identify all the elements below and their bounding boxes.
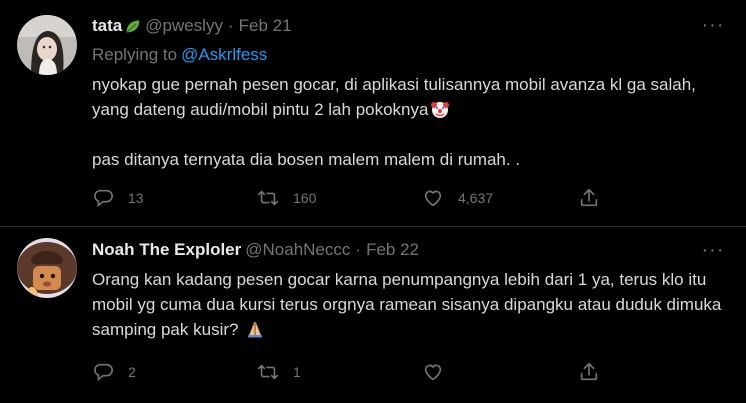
tweet-header: Noah The Exploler @NoahNeccc · Feb 22 [92, 239, 419, 261]
retweet-icon [257, 187, 279, 209]
like-icon [422, 187, 444, 209]
replying-to-label: Replying to [92, 45, 178, 64]
tweet-paragraph-text: Orang kan kadang pesen gocar karna penum… [92, 270, 727, 339]
tweet-text: nyokap gue pernah pesen gocar, di aplika… [92, 72, 722, 172]
retweet-button[interactable]: 1 [257, 361, 422, 383]
reply-button[interactable]: 2 [92, 361, 257, 383]
clown-face-icon [430, 99, 450, 119]
tweet-text: Orang kan kadang pesen gocar karna penum… [92, 267, 722, 342]
like-button[interactable]: 4,637 [422, 187, 587, 209]
like-icon [422, 361, 444, 383]
display-name[interactable]: tata [92, 16, 122, 36]
share-button[interactable] [578, 187, 608, 209]
retweet-button[interactable]: 160 [257, 187, 422, 209]
tweet-paragraph: Orang kan kadang pesen gocar karna penum… [92, 267, 722, 342]
share-icon [578, 187, 600, 209]
share-button[interactable] [578, 361, 608, 383]
separator-dot: · [227, 16, 234, 35]
avatar[interactable] [17, 238, 77, 298]
folded-hands-icon [245, 319, 265, 339]
tweet[interactable]: tata @pweslyy · Feb 21 ··· Replying to @A… [0, 0, 746, 227]
display-name[interactable]: Noah The Exploler [92, 240, 241, 260]
reply-count: 13 [128, 190, 144, 206]
retweet-count: 160 [293, 190, 317, 206]
more-options-icon[interactable]: ··· [700, 239, 726, 261]
more-options-icon[interactable]: ··· [700, 14, 726, 36]
tweet-actions: 2 1 [92, 357, 608, 387]
reply-icon [92, 187, 114, 209]
reply-icon [92, 361, 114, 383]
user-handle[interactable]: @pweslyy [145, 16, 223, 36]
leaf-icon [124, 18, 141, 35]
share-icon [578, 361, 600, 383]
like-count: 4,637 [458, 190, 494, 206]
separator-dot: · [355, 240, 362, 259]
reply-count: 2 [128, 364, 136, 380]
retweet-count: 1 [293, 364, 301, 380]
user-handle[interactable]: @NoahNeccc [245, 240, 350, 260]
tweet-paragraph-text: nyokap gue pernah pesen gocar, di aplika… [92, 75, 701, 119]
tweet-paragraph: pas ditanya ternyata dia bosen malem mal… [92, 150, 521, 169]
tweet-header: tata @pweslyy · Feb 21 [92, 15, 292, 37]
retweet-icon [257, 361, 279, 383]
replying-to: Replying to @Askrlfess [92, 45, 267, 65]
tweet[interactable]: Noah The Exploler @NoahNeccc · Feb 22 ··… [0, 227, 746, 403]
like-button[interactable] [422, 361, 587, 383]
tweet-date[interactable]: Feb 22 [366, 240, 419, 260]
reply-to-handle[interactable]: @Askrlfess [181, 45, 267, 64]
avatar[interactable] [17, 15, 77, 75]
reply-button[interactable]: 13 [92, 187, 257, 209]
tweet-paragraph: nyokap gue pernah pesen gocar, di aplika… [92, 72, 722, 122]
tweet-actions: 13 160 4,637 [92, 183, 608, 213]
tweet-date[interactable]: Feb 21 [239, 16, 292, 36]
